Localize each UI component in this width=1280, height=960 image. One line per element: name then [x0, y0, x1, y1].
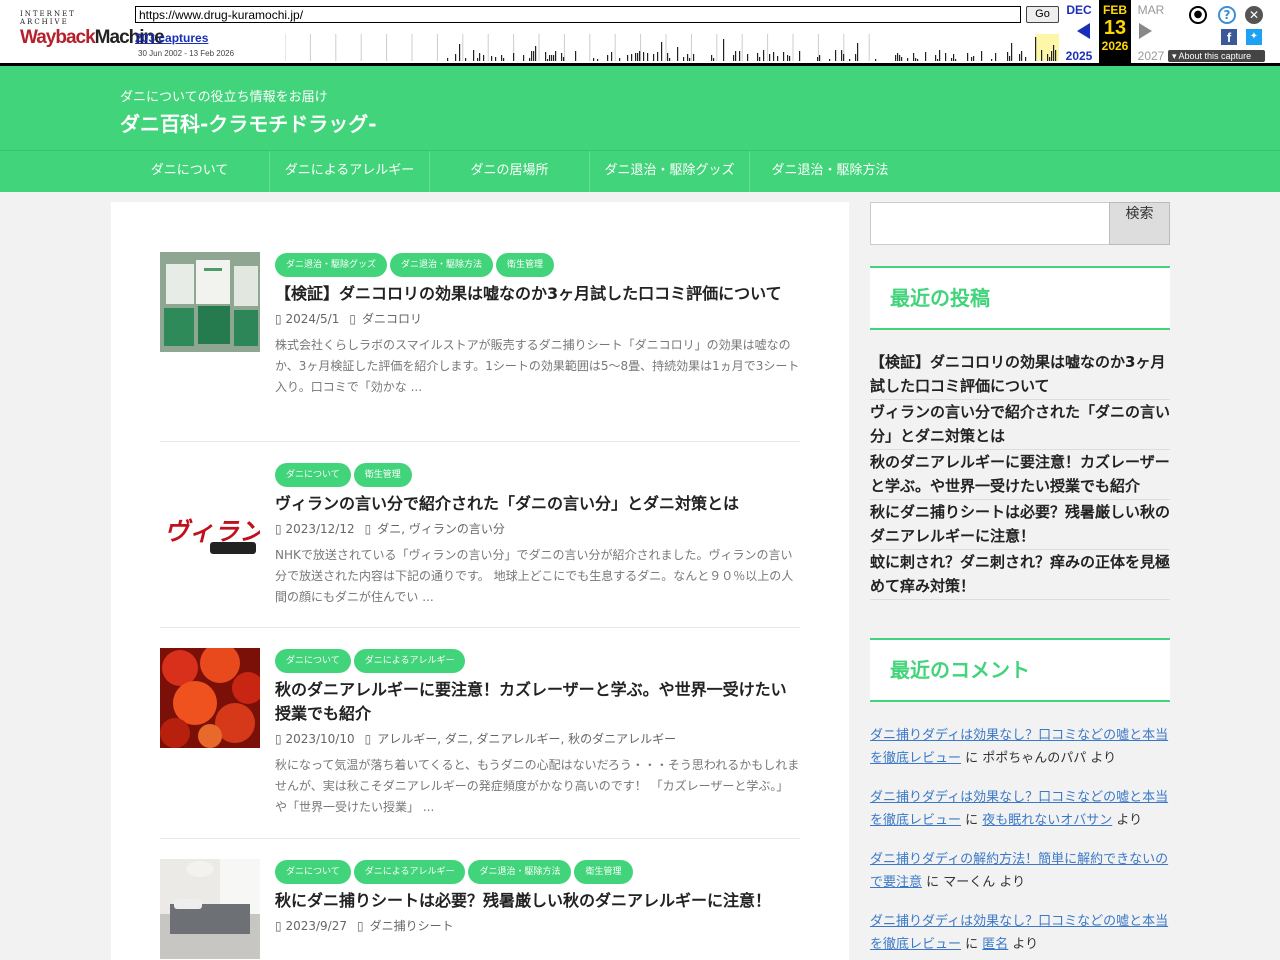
recent-posts-title: 最近の投稿 [870, 266, 1170, 330]
category-badge[interactable]: ダニによるアレルギー [353, 860, 466, 884]
post-title[interactable]: 秋にダニ捕りシートは必要？残暑厳しい秋のダニアレルギーに注意！ [275, 889, 800, 913]
user-icon[interactable]: ● [1189, 6, 1207, 24]
clock-icon: ▯ [275, 522, 282, 536]
recent-posts-list: 【検証】ダニコロリの効果は嘘なのか3ヶ月試した口コミ評価について ヴィランの言い… [870, 350, 1170, 600]
post-tags[interactable]: ダニ, ヴィランの言い分 [377, 522, 505, 536]
wayback-logo-main: WaybackMachine [20, 27, 165, 48]
wayback-prev-arrow-icon[interactable] [1077, 23, 1090, 39]
post-card: ダニ退治・駆除グッズ ダニ退治・駆除方法 衛生管理 【検証】ダニコロリの効果は嘘なの… [160, 252, 800, 442]
category-badge[interactable]: 衛生管理 [574, 860, 633, 884]
tag-icon: ▯ [364, 522, 372, 536]
recent-post-link[interactable]: ヴィランの言い分で紹介された「ダニの言い分」とダニ対策とは [870, 400, 1170, 450]
clock-icon: ▯ [275, 919, 282, 933]
wayback-date-range: 30 Jun 2002 - 13 Feb 2026 [138, 49, 235, 58]
comment-item: ダニ捕りダディは効果なし？口コミなどの嘘と本当を徹底レビュー に 夜も眠れないオ… [870, 790, 1169, 828]
wayback-next-arrow-icon[interactable] [1139, 23, 1152, 39]
post-list: ダニ退治・駆除グッズ ダニ退治・駆除方法 衛生管理 【検証】ダニコロリの効果は嘘なの… [111, 202, 849, 960]
post-tags[interactable]: アレルギー, ダニ, ダニアレルギー, 秋のダニアレルギー [377, 732, 676, 746]
recent-comments-list: ダニ捕りダディは効果なし？口コミなどの嘘と本当を徹底レビュー に ポポちゃんのパ… [870, 724, 1170, 960]
thumbnail-logo-text: ヴィラン [164, 517, 260, 546]
recent-post-link[interactable]: 秋のダニアレルギーに要注意！カズレーザーと学ぶ。や世界一受けたい授業でも紹介 [870, 450, 1170, 500]
comment-item: ダニ捕りダディは効果なし？口コミなどの嘘と本当を徹底レビュー に ポポちゃんのパ… [870, 728, 1169, 766]
comment-item: ダニ捕りダディは効果なし？口コミなどの嘘と本当を徹底レビュー に 匿名 より [870, 914, 1169, 952]
category-badge[interactable]: ダニについて [275, 463, 351, 487]
category-badge[interactable]: 衛生管理 [353, 463, 412, 487]
recent-post-link[interactable]: 秋にダニ捕りシートは必要？残暑厳しい秋のダニアレルギーに注意！ [870, 500, 1170, 550]
post-card: ダニについて ダニによるアレルギー 秋のダニアレルギーに要注意！カズレーザーと学ぶ… [160, 648, 800, 839]
search-input[interactable] [870, 202, 1110, 245]
category-badge[interactable]: ダニについて [275, 860, 351, 884]
nav-item-allergy[interactable]: ダニによるアレルギー [270, 151, 430, 192]
main-nav: ダニについて ダニによるアレルギー ダニの居場所 ダニ退治・駆除グッズ ダニ退治… [0, 150, 1280, 192]
site-title[interactable]: ダニ百科-クラモチドラッグ- [120, 108, 377, 137]
post-excerpt: 株式会社くらしラボのスマイルストアが販売するダニ捕りシート「ダニコロリ」の効果は… [275, 338, 800, 394]
comment-author-link[interactable]: 夜も眠れないオバサン [982, 813, 1112, 828]
post-thumbnail[interactable] [160, 252, 260, 352]
twitter-icon[interactable]: ✦ [1246, 29, 1262, 45]
post-meta: ▯ 2023/12/12 ▯ ダニ, ヴィランの言い分 [275, 520, 800, 538]
search-button[interactable]: 検索 [1109, 202, 1170, 245]
wayback-go-button[interactable]: Go [1026, 6, 1059, 23]
comment-item: ダニ捕りダディの解約方法！簡単に解約できないので要注意 に マーくん より [870, 852, 1169, 890]
clock-icon: ▯ [275, 312, 282, 326]
help-icon[interactable]: ? [1218, 6, 1236, 24]
post-date: 2023/10/10 [285, 732, 355, 746]
category-badge[interactable]: ダニについて [275, 649, 351, 673]
wayback-capture-sparkline[interactable] [285, 34, 1065, 61]
post-excerpt: NHKで放送されている「ヴィランの言い分」でダニの言い分が紹介されました。ヴィラ… [275, 548, 794, 604]
post-excerpt: 秋になって気温が落ち着いてくると、もうダニの心配はないだろう・・・そう思われるか… [275, 758, 800, 814]
post-card: ヴィラン ダニについて 衛生管理 ヴィランの言い分で紹介された「ダニの言い分」とダ… [160, 462, 800, 628]
post-tags[interactable]: ダニ捕りシート [370, 919, 454, 933]
wayback-toolbar: INTERNET ARCHIVE WaybackMachine https://… [0, 0, 1280, 66]
post-title[interactable]: 秋のダニアレルギーに要注意！カズレーザーと学ぶ。や世界一受けたい授業でも紹介 [275, 678, 800, 726]
category-badge[interactable]: ダニ退治・駆除方法 [390, 253, 494, 277]
tag-icon: ▯ [349, 312, 356, 326]
post-title[interactable]: 【検証】ダニコロリの効果は嘘なのか3ヶ月試した口コミ評価について [275, 282, 800, 306]
post-thumbnail[interactable] [160, 859, 260, 959]
post-thumbnail[interactable]: ヴィラン [160, 482, 260, 582]
tag-icon: ▯ [364, 732, 372, 746]
post-meta: ▯ 2023/9/27 ▯ ダニ捕りシート [275, 917, 800, 935]
nav-item-about-mites[interactable]: ダニについて [110, 151, 270, 192]
wayback-current-date: FEB 13 2026 [1099, 0, 1131, 63]
wayback-logo[interactable]: INTERNET ARCHIVE WaybackMachine [20, 10, 165, 49]
post-date: 2024/5/1 [285, 312, 340, 326]
wayback-captures-link[interactable]: 203 captures [135, 31, 208, 45]
nav-item-habitat[interactable]: ダニの居場所 [430, 151, 590, 192]
post-tags[interactable]: ダニコロリ [362, 312, 422, 326]
post-meta: ▯ 2023/10/10 ▯ アレルギー, ダニ, ダニアレルギー, 秋のダニアレル… [275, 730, 800, 748]
category-badge[interactable]: ダニによるアレルギー [353, 649, 466, 673]
category-badge[interactable]: ダニ退治・駆除方法 [468, 860, 572, 884]
site-tagline: ダニについての役立ち情報をお届け [120, 90, 328, 105]
post-date: 2023/12/12 [285, 522, 355, 536]
tag-icon: ▯ [356, 919, 364, 933]
about-capture-button[interactable]: ▾ About this capture [1168, 50, 1265, 62]
facebook-icon[interactable]: f [1221, 29, 1237, 45]
category-badge[interactable]: ダニ退治・駆除グッズ [275, 253, 388, 277]
wayback-url-input[interactable]: https://www.drug-kuramochi.jp/ [135, 6, 1021, 23]
post-meta: ▯ 2024/5/1 ▯ ダニコロリ [275, 310, 800, 328]
comment-author: ポポちゃんのパパ [982, 751, 1087, 766]
nav-item-goods[interactable]: ダニ退治・駆除グッズ [590, 151, 750, 192]
close-icon[interactable]: ✕ [1245, 6, 1263, 24]
comment-author-link[interactable]: 匿名 [982, 937, 1008, 952]
recent-post-link[interactable]: 蚊に刺され？ダニ刺され？痒みの正体を見極めて痒み対策！ [870, 550, 1170, 600]
post-title[interactable]: ヴィランの言い分で紹介された「ダニの言い分」とダニ対策とは [275, 492, 800, 516]
recent-post-link[interactable]: 【検証】ダニコロリの効果は嘘なのか3ヶ月試した口コミ評価について [870, 350, 1170, 400]
post-card: ダニについて ダニによるアレルギー ダニ退治・駆除方法 衛生管理 秋にダニ捕りシートは… [160, 859, 800, 960]
comment-author: マーくん [943, 875, 996, 890]
site-header: ダニについての役立ち情報をお届け ダニ百科-クラモチドラッグ- [0, 66, 1280, 150]
wayback-logo-top: INTERNET ARCHIVE [20, 10, 76, 26]
post-date: 2023/9/27 [285, 919, 347, 933]
category-badge[interactable]: 衛生管理 [496, 253, 555, 277]
clock-icon: ▯ [275, 732, 282, 746]
nav-item-methods[interactable]: ダニ退治・駆除方法 [750, 151, 910, 192]
post-thumbnail[interactable] [160, 648, 260, 748]
recent-comments-title: 最近のコメント [870, 638, 1170, 702]
